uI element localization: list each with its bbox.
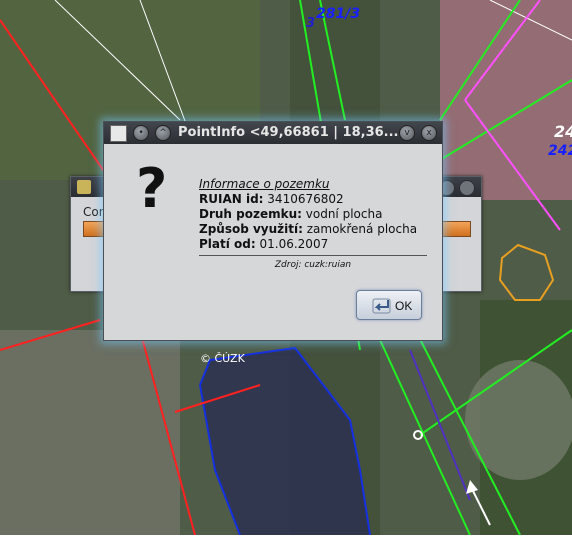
info-value: zamokřená plocha: [306, 222, 418, 236]
parcel-label-right-1: 24: [554, 122, 572, 141]
background-close-button[interactable]: [459, 180, 475, 196]
info-heading: Informace o pozemku: [199, 177, 330, 191]
info-row: RUIAN id: 3410676802: [199, 192, 427, 207]
info-label: Způsob využití:: [199, 222, 303, 236]
enter-arrow-icon: [372, 298, 391, 314]
dialog-title: PointInfo <49,66861 | 18,36...: [178, 125, 399, 140]
parcel-label-top: 281/3: [316, 6, 361, 22]
info-row: Platí od: 01.06.2007: [199, 237, 427, 252]
watermark-label: © ČÚZK: [200, 352, 245, 365]
info-label: Platí od:: [199, 237, 256, 251]
info-value: 3410676802: [267, 192, 344, 206]
separator: [199, 255, 427, 256]
window-menu-button[interactable]: •: [133, 125, 149, 141]
minimize-button[interactable]: v: [399, 125, 415, 141]
pointinfo-dialog: • ^ PointInfo <49,66861 | 18,36... v x ?…: [103, 121, 443, 341]
info-label: Druh pozemku:: [199, 207, 302, 221]
source-text: Zdroj: cuzk:ruian: [274, 260, 352, 270]
info-row: Způsob využití: zamokřená plocha: [199, 222, 427, 237]
parcel-label-right-2: 242: [548, 143, 572, 159]
info-label: RUIAN id:: [199, 192, 264, 206]
road-area: [0, 330, 180, 535]
keep-above-button[interactable]: ^: [155, 125, 171, 141]
parcel-label-vertical: 3: [306, 16, 316, 31]
info-row: Druh pozemku: vodní plocha: [199, 207, 427, 222]
java-app-icon: [110, 125, 127, 142]
light-area: [465, 360, 572, 480]
question-icon: ?: [136, 157, 168, 220]
ok-button[interactable]: OK: [356, 290, 422, 320]
dialog-titlebar[interactable]: • ^ PointInfo <49,66861 | 18,36... v x: [104, 122, 442, 144]
info-value: 01.06.2007: [259, 237, 329, 251]
info-value: vodní plocha: [305, 207, 383, 221]
ok-label: OK: [395, 299, 413, 313]
info-content: Informace o pozemku RUIAN id: 3410676802…: [199, 177, 427, 252]
app-icon: [77, 180, 91, 194]
close-button[interactable]: x: [421, 125, 437, 141]
